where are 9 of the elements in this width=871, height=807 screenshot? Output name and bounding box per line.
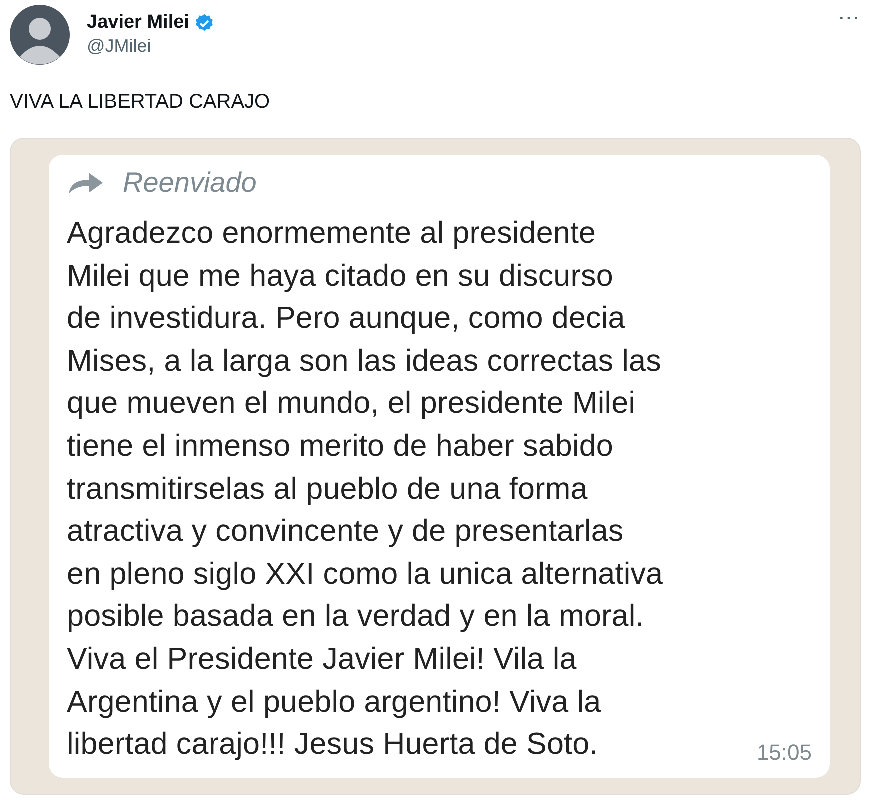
tweet-text: VIVA LA LIBERTAD CARAJO <box>9 90 272 115</box>
forward-arrow-icon <box>67 171 105 195</box>
forwarded-label: Reenviado <box>123 167 257 199</box>
author-handle[interactable]: @JMilei <box>87 36 821 57</box>
message-time: 15:05 <box>756 740 812 766</box>
author-name[interactable]: Javier Milei <box>87 12 190 34</box>
avatar-icon[interactable] <box>10 5 70 65</box>
message-text: Agradezco enormemente al presidente Milei que me haya citado en su discurso de investidura. Pero aunque, como decia Mises, a la larga son las ideas correctas las que mueven el mundo, el presidente Milei tiene el inmenso merito de haber sabido transmitirselas al pueblo de una forma atractiva y convincente y de presentarlas en pleno siglo XXI como la unica alternativa posible basada en la verdad y en la moral. Viva el Presidente Javier Milei! Vila la Argentina y el pueblo argentino! Viva la libertad carajo!!! Jesus Huerta de Soto. <box>67 215 664 764</box>
more-menu-button[interactable]: ⋯ <box>838 5 859 31</box>
